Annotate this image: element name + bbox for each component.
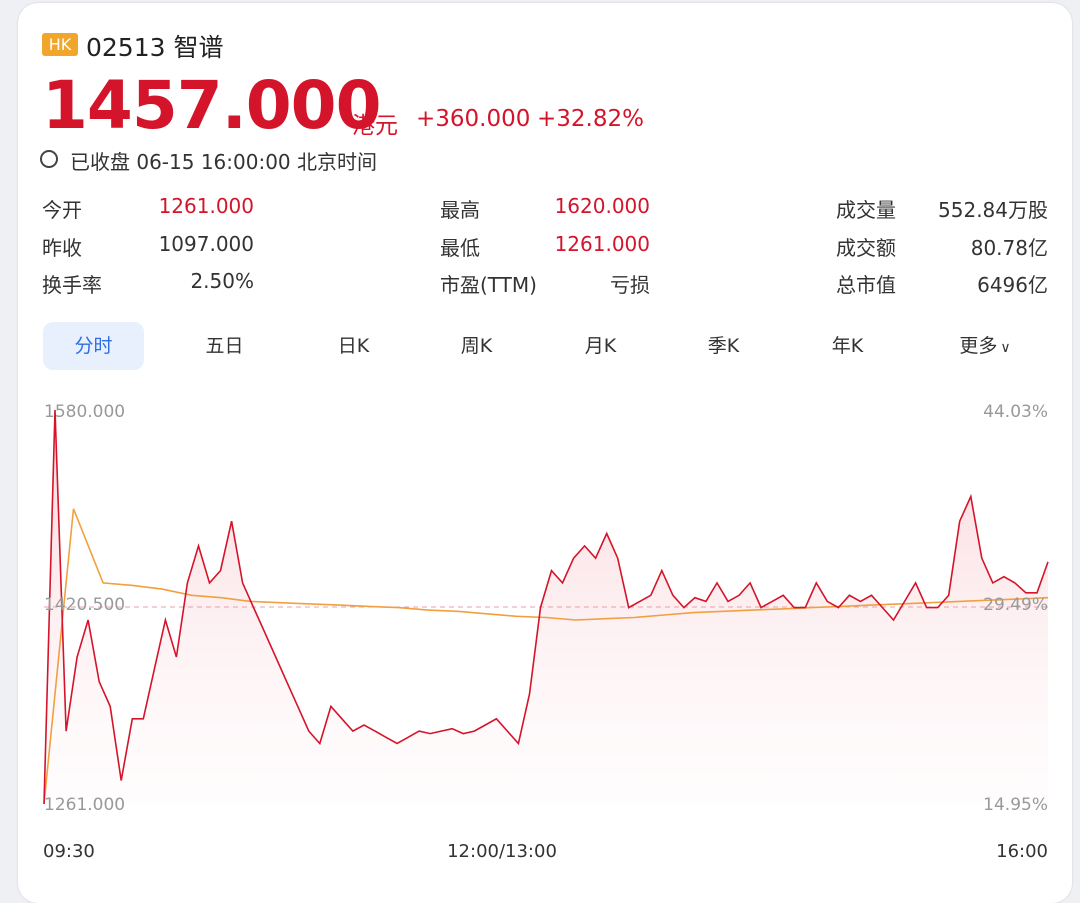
price-axis-mid: 1420.500 <box>44 595 125 615</box>
pct-axis-max: 44.03% <box>983 402 1048 422</box>
intraday-chart: 1580.000 1420.500 1261.000 44.03% 29.49%… <box>43 402 1049 862</box>
time-label-midday: 12:00/13:00 <box>447 841 557 862</box>
price-axis-max: 1580.000 <box>44 402 125 422</box>
pct-axis-mid: 29.49% <box>983 595 1048 615</box>
price-axis-min: 1261.000 <box>44 795 125 815</box>
time-label-open: 09:30 <box>43 841 95 862</box>
price-area-fill <box>44 410 1048 804</box>
time-label-close: 16:00 <box>996 841 1048 862</box>
pct-axis-min: 14.95% <box>983 795 1048 815</box>
